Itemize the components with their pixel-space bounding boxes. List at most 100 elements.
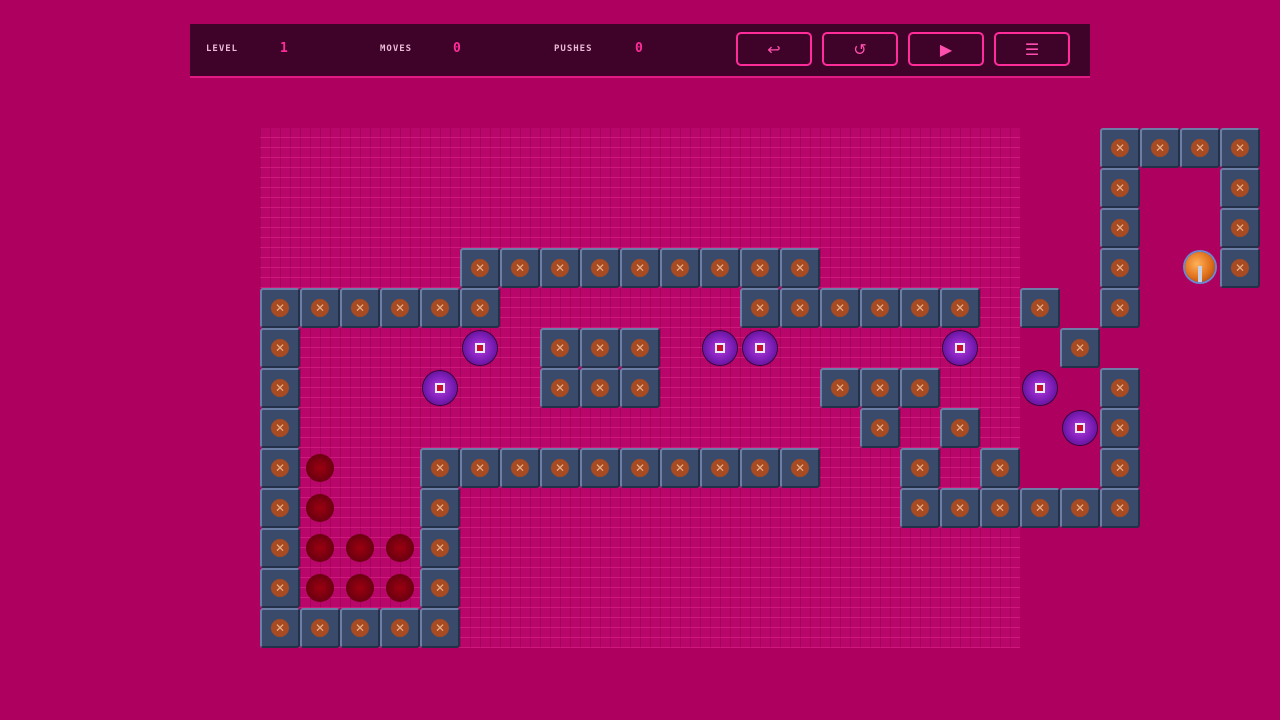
wall-tile bbox=[540, 248, 580, 288]
wall-tile bbox=[420, 528, 460, 568]
wall-tile bbox=[1060, 488, 1100, 528]
level-value: 1 bbox=[280, 41, 288, 56]
wall-tile bbox=[1100, 288, 1140, 328]
wall-tile bbox=[420, 568, 460, 608]
wall-tile bbox=[260, 488, 300, 528]
wall-tile bbox=[740, 448, 780, 488]
wall-tile bbox=[260, 448, 300, 488]
undo-button[interactable]: ↩ bbox=[736, 32, 812, 66]
wall-tile bbox=[1180, 128, 1220, 168]
crate bbox=[940, 328, 980, 368]
moves-label: MOVES bbox=[380, 44, 413, 54]
wall-tile bbox=[420, 608, 460, 648]
wall-tile bbox=[900, 288, 940, 328]
wall-tile bbox=[780, 288, 820, 328]
wall-tile bbox=[660, 248, 700, 288]
game-board[interactable] bbox=[260, 128, 1260, 648]
wall-tile bbox=[820, 288, 860, 328]
wall-tile bbox=[340, 288, 380, 328]
goal-target bbox=[380, 528, 420, 568]
wall-tile bbox=[1100, 128, 1140, 168]
crate bbox=[740, 328, 780, 368]
wall-tile bbox=[540, 368, 580, 408]
wall-tile bbox=[260, 528, 300, 568]
wall-tile bbox=[780, 248, 820, 288]
goal-target bbox=[300, 488, 340, 528]
crate bbox=[1020, 368, 1060, 408]
pushes-label: PUSHES bbox=[554, 44, 593, 54]
wall-tile bbox=[500, 448, 540, 488]
wall-tile bbox=[620, 248, 660, 288]
wall-tile bbox=[1060, 328, 1100, 368]
wall-tile bbox=[1100, 168, 1140, 208]
wall-tile bbox=[340, 608, 380, 648]
wall-tile bbox=[1020, 288, 1060, 328]
restart-button[interactable]: ↺ bbox=[822, 32, 898, 66]
wall-tile bbox=[1100, 248, 1140, 288]
wall-tile bbox=[580, 368, 620, 408]
wall-tile bbox=[740, 248, 780, 288]
play-icon: ▶ bbox=[939, 39, 953, 59]
wall-tile bbox=[1220, 208, 1260, 248]
play-button[interactable]: ▶ bbox=[908, 32, 984, 66]
wall-tile bbox=[260, 608, 300, 648]
wall-tile bbox=[420, 448, 460, 488]
wall-tile bbox=[580, 448, 620, 488]
wall-tile bbox=[940, 488, 980, 528]
wall-tile bbox=[1220, 168, 1260, 208]
wall-tile bbox=[900, 488, 940, 528]
wall-tile bbox=[780, 448, 820, 488]
pushes-value: 0 bbox=[635, 41, 643, 56]
wall-tile bbox=[260, 288, 300, 328]
wall-tile bbox=[860, 288, 900, 328]
undo-icon: ↩ bbox=[767, 39, 781, 59]
wall-tile bbox=[1100, 488, 1140, 528]
goal-target bbox=[300, 568, 340, 608]
wall-tile bbox=[820, 368, 860, 408]
moves-value: 0 bbox=[453, 41, 461, 56]
wall-tile bbox=[740, 288, 780, 328]
wall-tile bbox=[1020, 488, 1060, 528]
crate bbox=[1060, 408, 1100, 448]
menu-button[interactable]: ☰ bbox=[994, 32, 1070, 66]
wall-tile bbox=[940, 408, 980, 448]
wall-tile bbox=[460, 288, 500, 328]
wall-tile bbox=[900, 368, 940, 408]
wall-tile bbox=[260, 368, 300, 408]
level-label: LEVEL bbox=[206, 44, 239, 54]
wall-tile bbox=[1220, 248, 1260, 288]
wall-tile bbox=[1100, 448, 1140, 488]
wall-tile bbox=[420, 288, 460, 328]
wall-tile bbox=[700, 248, 740, 288]
wall-tile bbox=[500, 248, 540, 288]
wall-tile bbox=[940, 288, 980, 328]
goal-target bbox=[300, 528, 340, 568]
wall-tile bbox=[980, 488, 1020, 528]
wall-tile bbox=[860, 368, 900, 408]
wall-tile bbox=[380, 288, 420, 328]
wall-tile bbox=[1220, 128, 1260, 168]
goal-target bbox=[340, 568, 380, 608]
crate bbox=[460, 328, 500, 368]
wall-tile bbox=[620, 328, 660, 368]
crate bbox=[420, 368, 460, 408]
wall-tile bbox=[420, 488, 460, 528]
wall-tile bbox=[300, 608, 340, 648]
hud-bar: LEVEL 1 MOVES 0 PUSHES 0 ↩ ↺ ▶ ☰ bbox=[190, 24, 1090, 78]
goal-target bbox=[300, 448, 340, 488]
wall-tile bbox=[380, 608, 420, 648]
wall-tile bbox=[460, 448, 500, 488]
wall-tile bbox=[460, 248, 500, 288]
wall-tile bbox=[580, 328, 620, 368]
wall-tile bbox=[620, 448, 660, 488]
menu-icon: ☰ bbox=[1024, 39, 1040, 59]
restart-icon: ↺ bbox=[853, 39, 867, 59]
wall-tile bbox=[540, 448, 580, 488]
wall-tile bbox=[1140, 128, 1180, 168]
goal-target bbox=[340, 528, 380, 568]
wall-tile bbox=[260, 568, 300, 608]
crate bbox=[700, 328, 740, 368]
wall-tile bbox=[860, 408, 900, 448]
wall-tile bbox=[1100, 208, 1140, 248]
wall-tile bbox=[260, 328, 300, 368]
